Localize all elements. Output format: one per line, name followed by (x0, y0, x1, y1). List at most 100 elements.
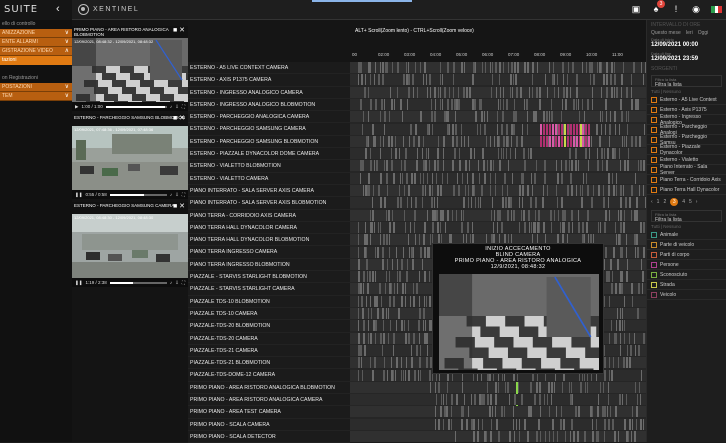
event-segment[interactable] (582, 123, 584, 135)
interval-tab[interactable]: Oggi (698, 30, 709, 36)
volume-icon[interactable]: ♪ (170, 280, 172, 285)
timeline-row[interactable] (350, 381, 646, 406)
sidebar-item[interactable]: GISTRAZIONE VIDEO ∧ (0, 47, 72, 56)
event-segment[interactable] (540, 123, 542, 135)
sidebar-item[interactable]: ANIZZAZIONE ∨ (0, 29, 72, 38)
source-checkbox[interactable]: Piano Terra - Corridoio Axis (647, 175, 726, 185)
checkbox-box[interactable] (651, 136, 657, 143)
camera-row[interactable]: ESTERNO - PARCHEGGIO ANALOGICA CAMERA (188, 111, 350, 124)
event-marker[interactable] (580, 135, 582, 147)
camera-row[interactable]: ESTERNO - PARCHEGGIO SAMSUNG BLOBMOTION (188, 136, 350, 149)
page-link[interactable]: 2 (663, 199, 666, 205)
play-icon[interactable]: ▶ (75, 104, 78, 110)
timeline-row[interactable] (350, 406, 646, 418)
event-segment[interactable] (588, 135, 590, 147)
camera-row[interactable]: PIAZZALE-TDS-21 CAMERA (188, 345, 350, 358)
camera-row[interactable]: ESTERNO - A5 LIVE CONTEXT CAMERA (188, 62, 350, 75)
event-segment[interactable] (561, 123, 563, 135)
sidebar-item[interactable]: TEM ∨ (0, 92, 72, 101)
source-filter-input[interactable]: Filtra la lista Filtra la lista (651, 75, 722, 88)
checkbox-box[interactable] (651, 116, 657, 123)
timeline-row[interactable] (350, 86, 646, 98)
checkbox-box[interactable] (651, 231, 657, 238)
collapse-sidebar-icon[interactable]: ‹ (56, 3, 60, 15)
camera-row[interactable]: PIAZZALE-TDS-20 CAMERA (188, 333, 350, 345)
to-date-field[interactable]: 12/09/2021 23:59 (647, 56, 726, 64)
checkbox-box[interactable] (651, 176, 657, 183)
class-checkbox[interactable]: Veicolo (647, 290, 726, 300)
event-marker[interactable] (564, 135, 566, 147)
bell-icon[interactable]: ♠ 3 (651, 0, 665, 14)
event-segment[interactable] (549, 123, 551, 135)
page-link[interactable]: 3 (670, 198, 679, 206)
user-icon[interactable]: ◉ (691, 4, 701, 14)
timeline-row[interactable] (350, 148, 646, 160)
pause-icon[interactable]: ❚❚ (75, 280, 83, 286)
checkbox-box[interactable] (651, 241, 657, 248)
close-icon[interactable]: ✕ (179, 115, 185, 122)
camera-row[interactable]: ESTERNO - INGRESSO ANALOGICO BLOBMOTION (188, 99, 350, 112)
volume-icon[interactable]: ♪ (170, 192, 172, 197)
checkbox-box[interactable] (651, 126, 657, 133)
timeline-row[interactable] (350, 394, 646, 406)
checkbox-box[interactable] (651, 186, 657, 193)
seek-bar[interactable] (109, 281, 167, 284)
camera-row[interactable]: PIANO TERRA HALL DYNACOLOR BLOBMOTION (188, 234, 350, 247)
class-checkbox[interactable]: Strada (647, 280, 726, 290)
checkbox-box[interactable] (651, 291, 657, 298)
event-segment[interactable] (546, 135, 548, 147)
interval-tab[interactable]: Questo mese (651, 30, 681, 36)
event-segment[interactable] (555, 135, 557, 147)
event-segment[interactable] (567, 123, 569, 135)
download-icon[interactable]: ⇩ (175, 104, 179, 110)
timeline-row[interactable] (350, 209, 646, 221)
camera-row[interactable]: PIANO INTERRATO - SALA SERVER AXIS CAMER… (188, 185, 350, 198)
camera-row[interactable]: PIANO TERRA HALL DYNACOLOR CAMERA (188, 222, 350, 235)
checkbox-box[interactable] (651, 156, 657, 163)
event-segment[interactable] (567, 135, 569, 147)
video-frame[interactable]: 12/09/2021, 08:48:30 - 12/09/2021, 08:48… (72, 214, 188, 278)
camera-row[interactable]: ESTERNO - VIALETTO CAMERA (188, 173, 350, 185)
event-segment[interactable] (585, 135, 587, 147)
camera-row[interactable]: PIANO TERRA - CORRIDOIO AXIS CAMERA (188, 210, 350, 222)
timeline-row[interactable] (350, 431, 646, 442)
checkbox-box[interactable] (651, 106, 657, 113)
close-icon[interactable]: ✕ (179, 27, 185, 34)
page-link[interactable]: ‹ (651, 199, 653, 205)
camera-row[interactable]: PIANO TERRA INGRESSO CAMERA (188, 246, 350, 259)
camera-row[interactable]: PIAZZALE TDS-10 BLOBMOTION (188, 296, 350, 308)
event-segment[interactable] (588, 123, 590, 135)
timeline-row[interactable] (350, 62, 646, 73)
camera-row[interactable]: ESTERNO - PIAZZALE DYNACOLOR DOME CAMERA (188, 148, 350, 161)
event-segment[interactable] (558, 123, 560, 135)
class-checkbox[interactable]: Persone (647, 260, 726, 270)
event-segment[interactable] (573, 123, 575, 135)
camera-row[interactable]: ESTERNO - AXIS P1375 CAMERA (188, 74, 350, 87)
event-segment[interactable] (576, 135, 578, 147)
download-icon[interactable]: ⇩ (175, 192, 179, 198)
camera-row[interactable]: PIANO TERRA INGRESSO BLOBMOTION (188, 259, 350, 272)
from-date-field[interactable]: 12/09/2021 00:00 (647, 42, 726, 50)
pause-icon[interactable]: ❚❚ (75, 192, 83, 198)
camera-row[interactable]: PIAZZALE TDS-10 CAMERA (188, 308, 350, 321)
timeline-row[interactable] (350, 98, 646, 110)
class-filter-input[interactable]: Filtra la lista Filtra la lista (651, 210, 722, 223)
page-link[interactable]: › (696, 199, 698, 205)
event-segment[interactable] (543, 135, 545, 147)
camera-row[interactable]: PRIMO PIANO - SCALA CAMERA (188, 419, 350, 431)
select-all[interactable]: Tutti (651, 89, 660, 94)
page-link[interactable]: 5 (689, 199, 692, 205)
language-flag-icon[interactable] (711, 5, 723, 13)
camera-row[interactable]: PRIMO PIANO - AREA TEST CAMERA (188, 406, 350, 419)
checkbox-box[interactable] (651, 271, 657, 278)
checkbox-box[interactable] (651, 166, 657, 173)
class-checkbox[interactable]: Parti di corpo (647, 250, 726, 260)
sidebar-item[interactable]: POSTAZIONI ∨ (0, 83, 72, 92)
fullscreen-icon[interactable]: ⛶ (182, 280, 185, 285)
class-select-none[interactable]: Nessuno (663, 224, 681, 229)
camera-row[interactable]: ESTERNO - VIALETTO BLOBMOTION (188, 160, 350, 173)
camera-row[interactable]: PIAZZALE-TDS-20 BLOBMOTION (188, 320, 350, 333)
camera-row[interactable]: PRIMO PIANO - AREA RISTORO ANALOGICA CAM… (188, 394, 350, 407)
camera-row[interactable]: PRIMO PIANO - SCALA DETECTOR (188, 431, 350, 443)
timeline-row[interactable] (350, 135, 646, 147)
